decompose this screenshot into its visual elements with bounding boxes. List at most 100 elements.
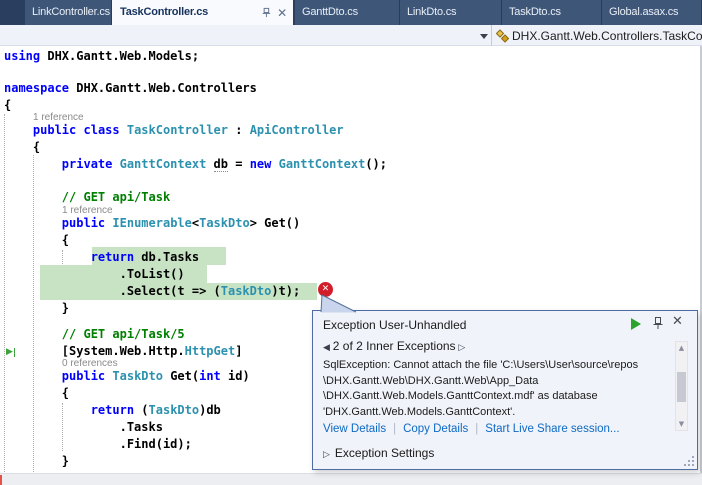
tab-taskcontroller-cs[interactable]: TaskController.cs ✕ — [112, 0, 293, 25]
code-token: GanttContext — [120, 157, 207, 171]
code-line[interactable]: .Find(id); — [4, 436, 192, 453]
inner-exceptions-nav: ◀ 2 of 2 Inner Exceptions ▷ — [323, 339, 465, 353]
popup-scrollbar[interactable]: ▲ ▼ — [675, 341, 688, 431]
link-separator: | — [386, 423, 403, 435]
tab-ganttdto-cs[interactable]: GanttDto.cs — [295, 0, 400, 25]
resize-grip[interactable] — [684, 456, 695, 467]
scroll-up-icon[interactable]: ▲ — [676, 343, 687, 353]
code-line[interactable]: return db.Tasks — [4, 249, 199, 266]
code-token: namespace — [4, 81, 69, 95]
code-token — [206, 157, 213, 171]
tab-label: LinkController.cs — [32, 6, 110, 18]
popup-callout-pointer — [312, 294, 372, 313]
window-bottom-strip — [0, 473, 702, 485]
code-line[interactable]: public class TaskController : ApiControl… — [4, 122, 344, 139]
code-line[interactable]: return (TaskDto)db — [4, 402, 221, 419]
exception-message-line: 'DHX.Gantt.Web.Models.GanttContext'. — [323, 405, 673, 421]
code-token: db.Tasks — [134, 250, 199, 264]
code-token: int — [199, 369, 221, 383]
link-separator: | — [468, 423, 485, 435]
scrollbar-thumb[interactable] — [677, 372, 686, 402]
exception-message-line: \DHX.Gantt.Web.Models.GanttContext.mdf' … — [323, 389, 673, 405]
code-token: .Tasks — [4, 420, 163, 434]
code-token: } — [4, 301, 69, 315]
code-token: new — [250, 157, 272, 171]
code-token: public — [33, 123, 76, 137]
code-line[interactable]: [System.Web.Http.HttpGet] — [4, 343, 242, 360]
exception-settings-expander[interactable]: ▷Exception Settings — [323, 446, 434, 460]
navbar-separator — [491, 25, 492, 46]
scroll-down-icon[interactable]: ▼ — [676, 419, 687, 429]
code-line[interactable]: namespace DHX.Gantt.Web.Controllers — [4, 80, 257, 97]
code-token: ] — [235, 344, 242, 358]
tab-label: TaskDto.cs — [509, 6, 561, 18]
code-token: { — [4, 140, 40, 154]
tab-linkcontroller-cs[interactable]: LinkController.cs — [25, 0, 112, 25]
tab-global-asax-cs[interactable]: Global.asax.cs — [602, 0, 702, 25]
code-line[interactable]: { — [4, 97, 11, 114]
code-line[interactable]: { — [4, 139, 40, 156]
code-line[interactable]: using DHX.Gantt.Web.Models; — [4, 48, 199, 65]
type-dropdown-value: DHX.Gantt.Web.Controllers.TaskCont — [512, 29, 702, 43]
code-line[interactable]: } — [4, 453, 69, 470]
code-token: TaskDto — [199, 216, 250, 230]
tab-linkdto-cs[interactable]: LinkDto.cs — [400, 0, 502, 25]
code-token: )db — [199, 403, 221, 417]
link-start-live-share-session[interactable]: Start Live Share session... — [485, 423, 619, 435]
pin-icon[interactable] — [652, 316, 664, 330]
close-icon[interactable]: ✕ — [277, 7, 287, 19]
tab-taskdto-cs[interactable]: TaskDto.cs — [502, 0, 602, 25]
error-margin-mark — [0, 475, 2, 485]
code-token: TaskController — [127, 123, 228, 137]
inner-exceptions-label: 2 of 2 Inner Exceptions — [333, 339, 456, 353]
code-line[interactable]: { — [4, 232, 69, 249]
code-line[interactable]: .Tasks — [4, 419, 163, 436]
code-token: IEnumerable — [112, 216, 191, 230]
code-token: // GET api/Task/5 — [4, 327, 185, 341]
code-token: .Select(t => ( — [4, 284, 221, 298]
code-token: { — [4, 233, 69, 247]
tab-label: TaskController.cs — [120, 0, 254, 25]
code-line[interactable]: // GET api/Task/5 — [4, 326, 185, 343]
exception-message: SqlException: Cannot attach the file 'C:… — [323, 358, 673, 420]
code-line[interactable]: private GanttContext db = new GanttConte… — [4, 156, 387, 173]
code-line[interactable]: .Select(t => (TaskDto)t); — [4, 283, 300, 300]
code-line[interactable]: // GET api/Task — [4, 189, 170, 206]
link-copy-details[interactable]: Copy Details — [403, 423, 468, 435]
code-token — [4, 123, 33, 137]
exception-settings-label: Exception Settings — [335, 446, 434, 460]
popup-links: View Details|Copy Details|Start Live Sha… — [323, 423, 620, 435]
run-margin-icon[interactable]: ▶ — [6, 345, 15, 359]
class-icon — [496, 29, 509, 43]
code-line[interactable]: } — [4, 300, 69, 317]
code-token: Get( — [163, 369, 199, 383]
code-token — [76, 123, 83, 137]
code-token — [4, 157, 62, 171]
code-line[interactable]: { — [4, 385, 69, 402]
code-token: : — [228, 123, 250, 137]
link-view-details[interactable]: View Details — [323, 423, 386, 435]
type-dropdown[interactable]: DHX.Gantt.Web.Controllers.TaskCont — [496, 25, 702, 46]
project-dropdown[interactable] — [0, 25, 491, 46]
code-token: TaskDto — [149, 403, 200, 417]
code-line[interactable]: .ToList() — [4, 266, 185, 283]
code-token: > Get() — [250, 216, 301, 230]
code-token: .Find(id); — [4, 437, 192, 451]
code-token: class — [84, 123, 120, 137]
code-token: DHX.Gantt.Web.Controllers — [69, 81, 257, 95]
close-icon[interactable]: ✕ — [672, 314, 683, 329]
code-token — [271, 157, 278, 171]
continue-icon[interactable] — [631, 318, 641, 330]
prev-exception-icon[interactable]: ◀ — [323, 343, 333, 353]
tab-label: Global.asax.cs — [609, 6, 678, 18]
pin-icon[interactable] — [260, 7, 271, 18]
code-token: { — [4, 98, 11, 112]
next-exception-icon[interactable]: ▷ — [456, 343, 466, 353]
exception-message-line: SqlException: Cannot attach the file 'C:… — [323, 358, 673, 374]
code-token: public — [62, 369, 105, 383]
code-token: = — [228, 157, 250, 171]
code-line[interactable]: public IEnumerable<TaskDto> Get() — [4, 215, 300, 232]
code-line[interactable]: public TaskDto Get(int id) — [4, 368, 250, 385]
code-token: return — [91, 250, 134, 264]
code-token — [120, 123, 127, 137]
